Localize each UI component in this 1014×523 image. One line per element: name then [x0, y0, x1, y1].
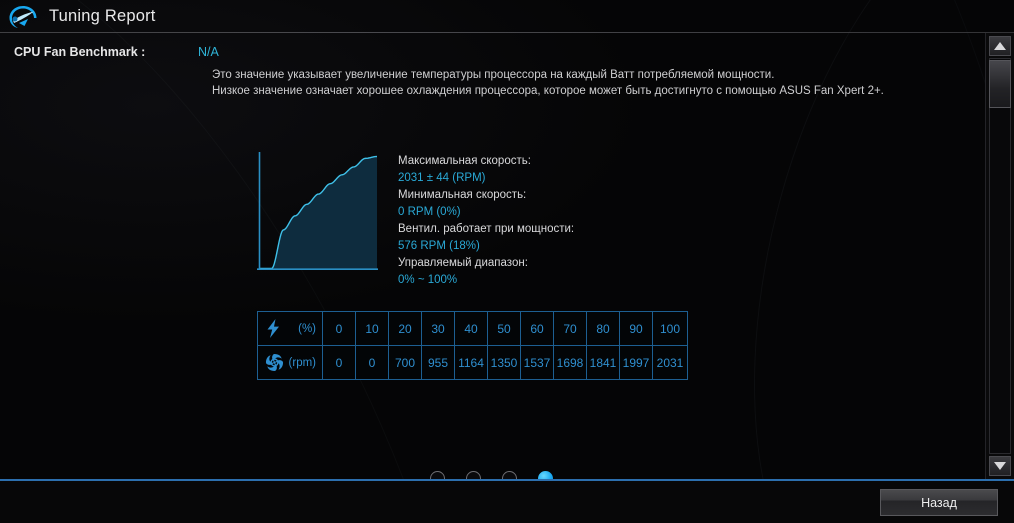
table-row-duty: (%) 0 10 20 30 40 50 60 70 80 90 100 [257, 311, 688, 346]
scrollbar-thumb[interactable] [989, 60, 1011, 108]
asus-fan-xpert-logo-icon [9, 5, 37, 28]
benchmark-label: CPU Fan Benchmark : [14, 45, 146, 59]
rpm-header-cell: (rpm) [257, 345, 323, 380]
back-button[interactable]: Назад [880, 489, 998, 516]
duty-cell: 0 [322, 311, 356, 346]
title-bar: Tuning Report [0, 0, 1014, 33]
duty-header-cell: (%) [257, 311, 323, 346]
stat-label-start-power: Вентил. работает при мощности: [398, 223, 575, 235]
rpm-cell: 1537 [520, 345, 554, 380]
stat-label-max-speed: Максимальная скорость: [398, 155, 531, 167]
stat-value-max-speed: 2031 ± 44 (RPM) [398, 172, 486, 184]
lightning-bolt-icon [267, 319, 279, 338]
description-block: Это значение указывает увеличение темпер… [212, 67, 952, 99]
scroll-up-arrow-icon [994, 42, 1006, 50]
duty-cell: 70 [553, 311, 587, 346]
duty-cell: 50 [487, 311, 521, 346]
rpm-cell: 2031 [652, 345, 688, 380]
scrollbar-track[interactable] [989, 58, 1011, 454]
duty-cell: 40 [454, 311, 488, 346]
stat-value-control-range: 0% ~ 100% [398, 274, 458, 286]
rpm-cell: 0 [355, 345, 389, 380]
rpm-cell: 700 [388, 345, 422, 380]
rpm-cell: 1350 [487, 345, 521, 380]
fan-impeller-icon [265, 353, 284, 372]
page-title: Tuning Report [49, 7, 156, 25]
description-line-2: Низкое значение означает хорошее охлажде… [212, 85, 884, 97]
table-row-rpm: (rpm) 0 0 700 955 1164 1350 1537 1698 18… [257, 345, 688, 380]
stat-value-start-power: 576 RPM (18%) [398, 240, 480, 252]
duty-cell: 90 [619, 311, 653, 346]
fan-speed-table: (%) 0 10 20 30 40 50 60 70 80 90 100 (rp… [257, 311, 688, 380]
duty-cell: 100 [652, 311, 688, 346]
rpm-cell: 1841 [586, 345, 620, 380]
duty-cell: 20 [388, 311, 422, 346]
rpm-cell: 1698 [553, 345, 587, 380]
stat-label-control-range: Управляемый диапазон: [398, 257, 528, 269]
rpm-cell: 1997 [619, 345, 653, 380]
benchmark-value: N/A [198, 45, 219, 59]
duty-cell: 30 [421, 311, 455, 346]
scroll-down-button[interactable] [989, 456, 1011, 476]
tuning-report-window: Tuning Report CPU Fan Benchmark : N/A Эт… [0, 0, 1014, 523]
rpm-cell: 1164 [454, 345, 488, 380]
fan-curve-plot [257, 152, 378, 270]
rpm-cell: 0 [322, 345, 356, 380]
description-line-1: Это значение указывает увеличение темпер… [212, 69, 775, 81]
scroll-down-arrow-icon [994, 462, 1006, 470]
duty-cell: 60 [520, 311, 554, 346]
benchmark-row: CPU Fan Benchmark : [14, 45, 145, 59]
rpm-unit-label: (rpm) [288, 356, 316, 369]
footer-bar: Назад [0, 481, 1014, 523]
vertical-scrollbar[interactable] [985, 33, 1014, 479]
rpm-cell: 955 [421, 345, 455, 380]
scroll-up-button[interactable] [989, 36, 1011, 56]
duty-cell: 10 [355, 311, 389, 346]
content-area: CPU Fan Benchmark : N/A Это значение ука… [0, 33, 986, 486]
stat-value-min-speed: 0 RPM (0%) [398, 206, 461, 218]
duty-unit-label: (%) [298, 322, 316, 335]
duty-cell: 80 [586, 311, 620, 346]
fan-curve-chart [257, 152, 378, 274]
stat-label-min-speed: Минимальная скорость: [398, 189, 527, 201]
stats-panel: Максимальная скорость: 2031 ± 44 (RPM) М… [398, 153, 574, 289]
